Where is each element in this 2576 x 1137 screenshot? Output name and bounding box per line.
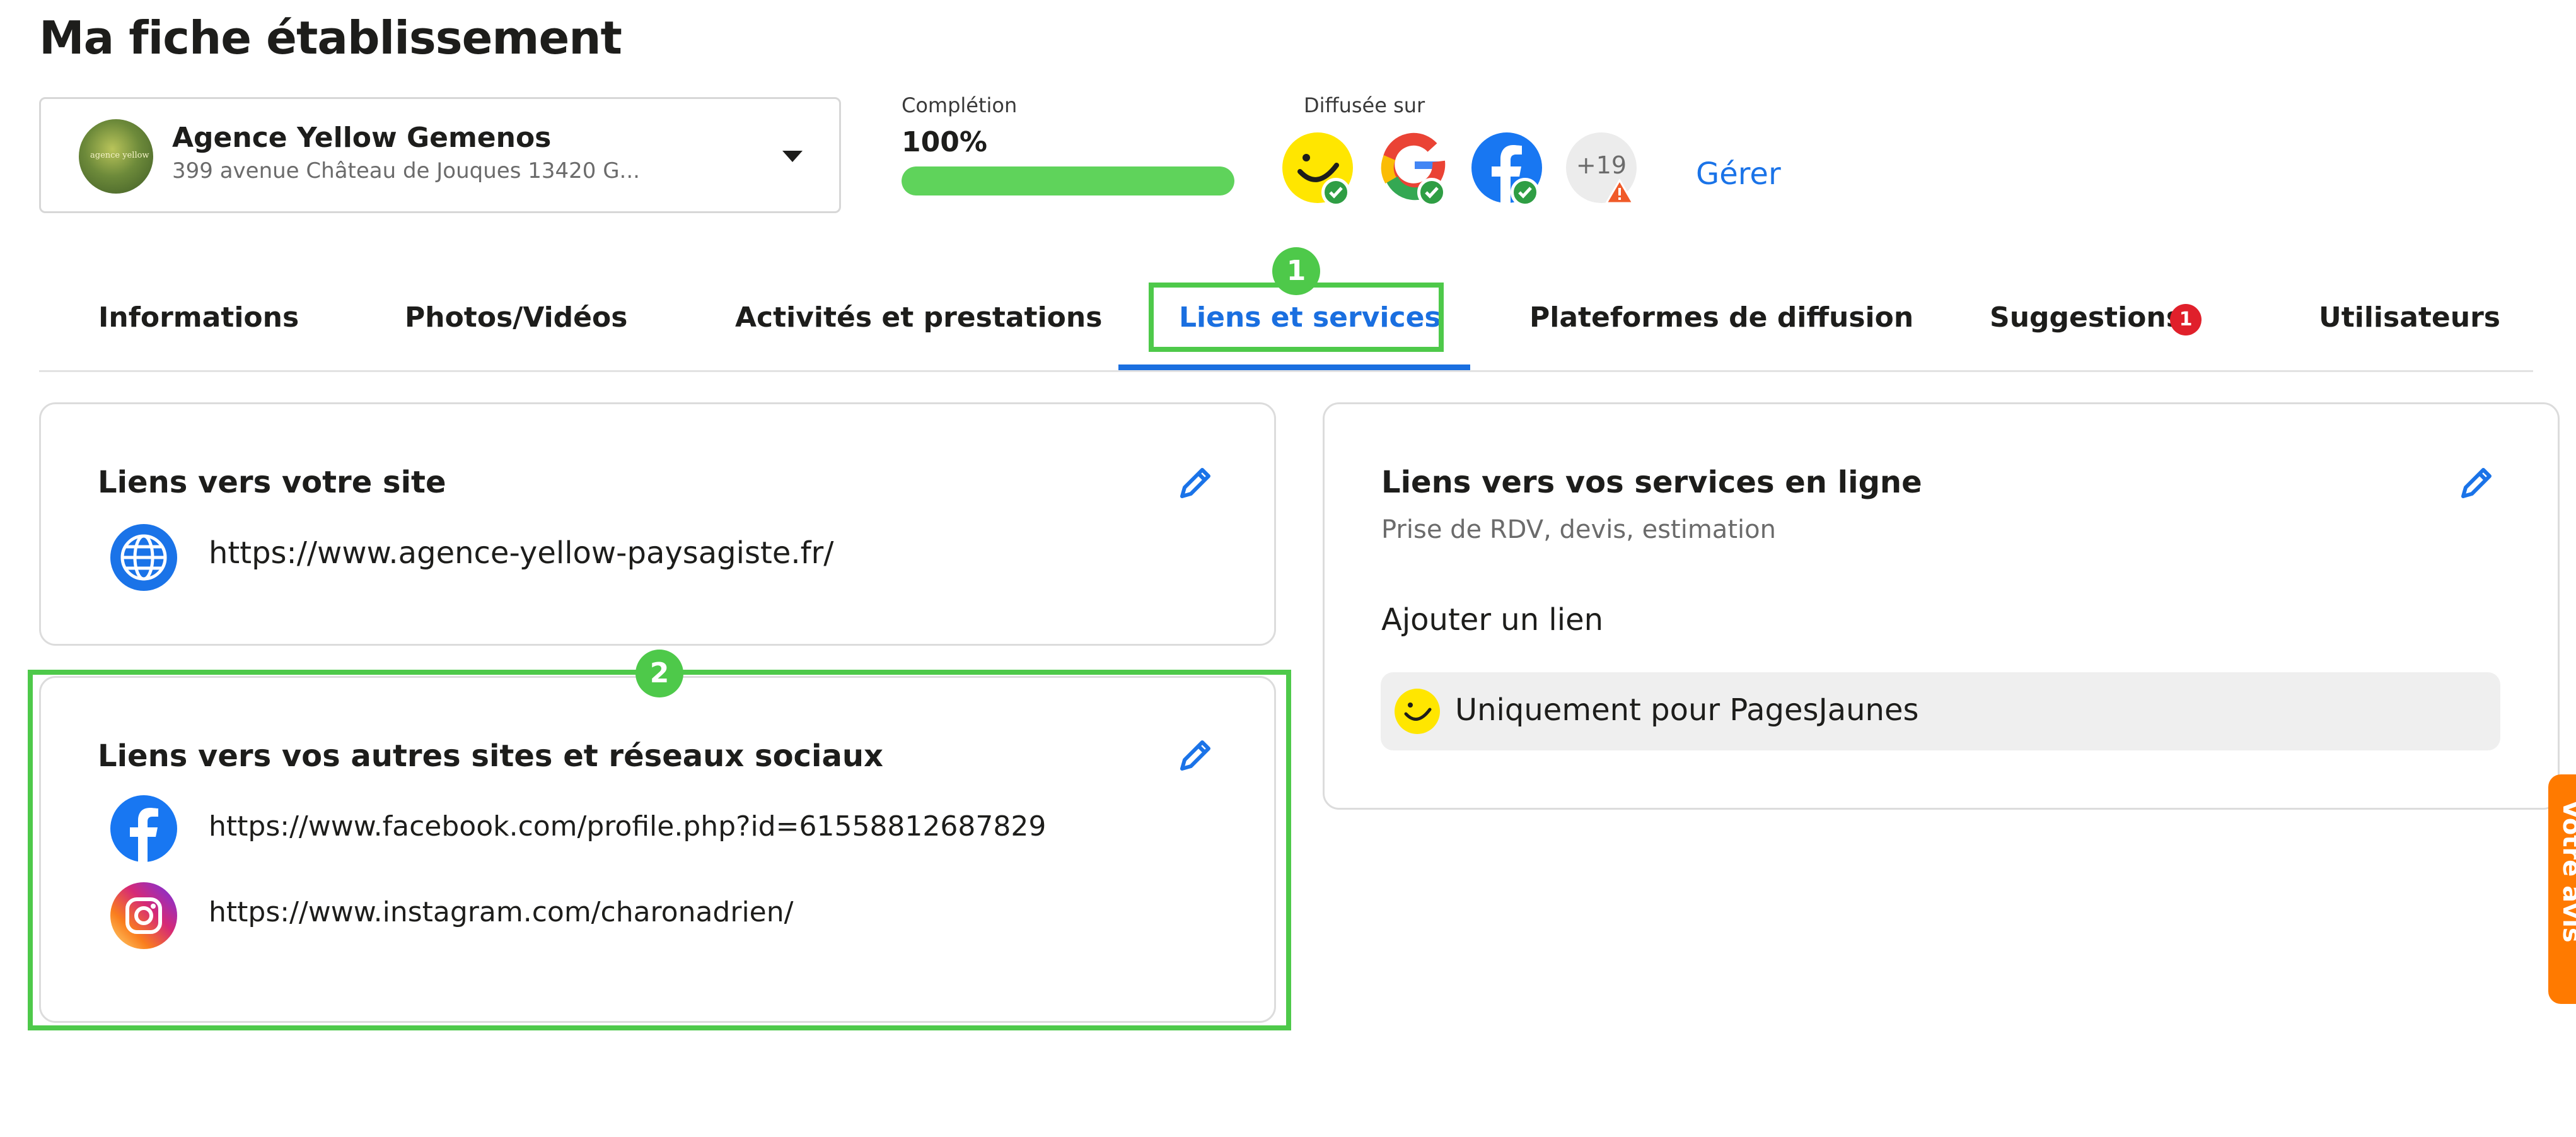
completion-progress-bar — [902, 166, 1234, 195]
establishment-address: 399 avenue Château de Jouques 13420 G... — [172, 158, 640, 184]
site-links-card: Liens vers votre site https://www.agence… — [39, 402, 1276, 646]
edit-pencil-icon[interactable] — [1177, 464, 1215, 501]
check-icon — [1417, 178, 1446, 207]
check-icon — [1321, 178, 1350, 207]
pagesjaunes-icon — [1395, 689, 1440, 734]
check-icon — [1511, 178, 1540, 207]
tab-plateformes-diffusion[interactable]: Plateformes de diffusion — [1529, 301, 1913, 334]
tab-utilisateurs[interactable]: Utilisateurs — [2319, 301, 2500, 334]
website-url[interactable]: https://www.agence-yellow-paysagiste.fr/ — [209, 535, 833, 571]
establishment-selector[interactable]: agence yellow Agence Yellow Gemenos 399 … — [39, 97, 841, 213]
tab-informations[interactable]: Informations — [98, 301, 299, 334]
tab-activites-prestations[interactable]: Activités et prestations — [735, 301, 1102, 334]
avatar-logo-text: agence yellow — [90, 151, 149, 160]
pagesjaunes-only-option[interactable]: Uniquement pour PagesJaunes — [1381, 672, 2500, 750]
completion-label: Complétion — [902, 93, 1018, 117]
site-links-title: Liens vers votre site — [98, 465, 446, 500]
annotation-step-1: 1 — [1272, 247, 1320, 295]
more-platforms-count: +19 — [1575, 151, 1627, 179]
establishment-avatar: agence yellow — [79, 119, 153, 194]
warning-icon — [1604, 178, 1635, 204]
edit-pencil-icon[interactable] — [2458, 464, 2496, 501]
feedback-side-tab-label: Votre avis — [2557, 800, 2576, 943]
establishment-name: Agence Yellow Gemenos — [172, 122, 552, 154]
active-tab-indicator — [1118, 364, 1470, 370]
globe-icon — [110, 524, 177, 591]
pagesjaunes-only-label: Uniquement pour PagesJaunes — [1455, 692, 1919, 728]
feedback-side-tab[interactable]: Votre avis — [2548, 774, 2576, 1004]
page-title: Ma fiche établissement — [39, 11, 622, 64]
diffusion-label: Diffusée sur — [1304, 93, 1425, 117]
completion-progress-fill — [902, 166, 1234, 195]
highlight-box-social-links — [28, 670, 1291, 1030]
online-services-subtitle: Prise de RDV, devis, estimation — [1381, 515, 1776, 544]
suggestions-count-badge: 1 — [2170, 304, 2202, 335]
tab-suggestions[interactable]: Suggestions — [1990, 301, 2183, 334]
manage-platforms-link[interactable]: Gérer — [1696, 156, 1781, 192]
caret-down-icon[interactable] — [782, 151, 803, 162]
completion-value: 100% — [902, 126, 987, 158]
annotation-step-2: 2 — [635, 650, 683, 697]
online-services-title: Liens vers vos services en ligne — [1381, 465, 1922, 500]
add-link-label[interactable]: Ajouter un lien — [1381, 602, 1603, 638]
tab-photos-videos[interactable]: Photos/Vidéos — [405, 301, 627, 334]
